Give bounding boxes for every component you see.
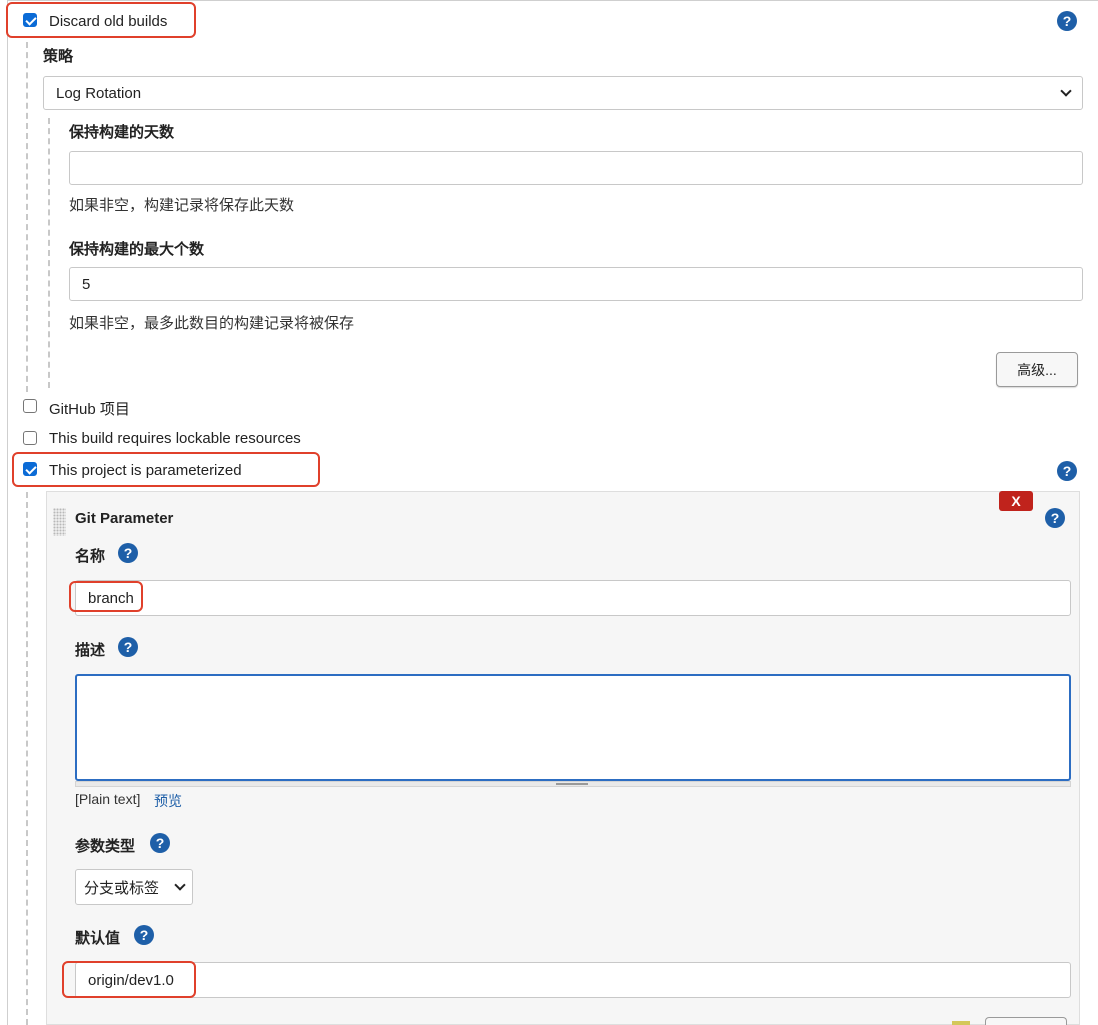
days-to-keep-label: 保持构建的天数 [69, 124, 175, 141]
days-to-keep-hint: 如果非空，构建记录将保存此天数 [69, 197, 295, 214]
help-discard-old-builds-icon[interactable]: ? [1057, 11, 1077, 31]
partial-button[interactable] [985, 1017, 1067, 1025]
strategy-label: 策略 [43, 48, 74, 65]
help-description-icon[interactable]: ? [118, 637, 138, 657]
highlight-name-value [69, 581, 143, 612]
param-type-select-value: 分支或标签 [84, 879, 160, 897]
chevron-down-icon [1060, 85, 1072, 97]
resize-grip-icon [556, 783, 588, 785]
delete-parameter-button[interactable]: X [999, 491, 1033, 511]
description-preview-link[interactable]: 预览 [154, 791, 182, 811]
strategy-section-guide [48, 118, 50, 388]
description-format-text: [Plain text] [75, 791, 141, 807]
lockable-resources-checkbox[interactable] [23, 431, 37, 445]
default-value-input[interactable]: origin/dev1.0 [75, 962, 1071, 998]
partial-icon [952, 1021, 970, 1025]
discard-section-guide [26, 42, 28, 392]
help-param-type-icon[interactable]: ? [150, 833, 170, 853]
git-parameter-title: Git Parameter [75, 510, 174, 527]
name-label: 名称 [75, 548, 106, 565]
description-textarea[interactable] [75, 674, 1071, 781]
parameterized-label: This project is parameterized [49, 462, 242, 479]
chevron-down-icon [174, 879, 186, 891]
parameterized-checkbox[interactable] [23, 462, 37, 476]
param-type-select[interactable]: 分支或标签 [75, 869, 193, 905]
help-default-value-icon[interactable]: ? [134, 925, 154, 945]
parameterized-section-guide [26, 492, 28, 1025]
lockable-resources-label: This build requires lockable resources [49, 430, 301, 447]
discard-old-builds-checkbox[interactable] [23, 13, 37, 27]
github-project-label: GitHub 项目 [49, 401, 130, 418]
max-to-keep-hint: 如果非空，最多此数目的构建记录将被保存 [69, 315, 355, 332]
frame-left-border [7, 0, 8, 1025]
frame-top-border [7, 0, 1098, 1]
strategy-select-value: Log Rotation [56, 84, 142, 102]
description-label: 描述 [75, 642, 106, 659]
help-git-parameter-icon[interactable]: ? [1045, 508, 1065, 528]
help-parameterized-icon[interactable]: ? [1057, 461, 1077, 481]
max-to-keep-input[interactable]: 5 [69, 267, 1083, 301]
name-input[interactable]: branch [75, 580, 1071, 616]
days-to-keep-input[interactable] [69, 151, 1083, 185]
help-name-icon[interactable]: ? [118, 543, 138, 563]
max-to-keep-label: 保持构建的最大个数 [69, 241, 205, 258]
param-type-label: 参数类型 [75, 838, 136, 855]
drag-handle-icon[interactable] [53, 508, 66, 536]
advanced-button[interactable]: 高级... [996, 352, 1078, 387]
github-project-checkbox[interactable] [23, 399, 37, 413]
default-value-label: 默认值 [75, 930, 121, 947]
strategy-select[interactable]: Log Rotation [43, 76, 1083, 110]
highlight-default-value [62, 961, 196, 998]
discard-old-builds-label: Discard old builds [49, 13, 168, 30]
